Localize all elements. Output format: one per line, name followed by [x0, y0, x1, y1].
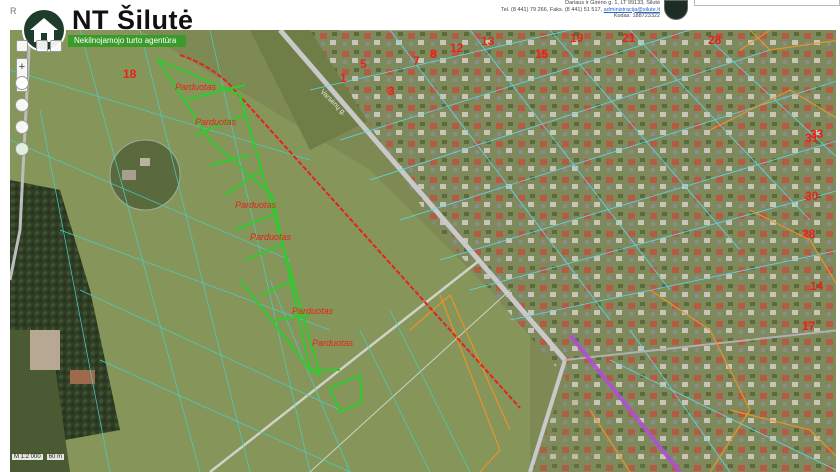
block-number: 7 — [413, 54, 420, 68]
brand-name: NT Šilutė — [72, 5, 194, 35]
map-page: R 18 19 21 28 5 7 8 12 13 15 1 3 30 31 3… — [0, 0, 840, 472]
search-input[interactable] — [694, 0, 840, 6]
contact-email-link[interactable]: administracija@silute.lt — [604, 7, 660, 13]
sold-lot-label: Parduotas — [235, 200, 277, 210]
map-canvas[interactable]: 1819 21 285 7 8 12 131513303133171428 Pa… — [10, 30, 840, 472]
farm-building — [30, 330, 60, 370]
scale-bar: M 1:2 000 60 m — [12, 454, 68, 460]
block-number: 30 — [805, 189, 819, 203]
layer-toggle-button[interactable] — [16, 40, 28, 52]
scale-distance: 60 m — [46, 454, 65, 460]
brand-subtitle: Nekilnojamojo turto agentūra — [68, 35, 186, 47]
block-number: 3 — [388, 84, 395, 98]
contact-info: Dariaus ir Girėno g. 1, LT 99133, Šilutė… — [500, 0, 660, 20]
block-number: 12 — [450, 41, 464, 55]
sold-lot-label: Parduotas — [250, 232, 292, 242]
zoom-in-button[interactable]: + — [17, 59, 27, 75]
sold-lot-label: Parduotas — [195, 117, 237, 127]
block-number: 14 — [810, 279, 824, 293]
contact-phone: Tel. (8 441) 79 266, Faks. (8 441) 51 51… — [500, 7, 660, 14]
homestead-building-2 — [140, 158, 150, 166]
sold-lot-label: Parduotas — [292, 306, 334, 316]
corner-text: R — [10, 6, 17, 16]
right-edge — [836, 30, 840, 472]
block-number: 5 — [360, 57, 367, 71]
block-number: 21 — [622, 31, 636, 45]
block-number: 33 — [810, 127, 824, 141]
homestead — [109, 139, 181, 211]
block-number: 19 — [570, 31, 584, 45]
block-number: 28 — [708, 33, 722, 47]
homestead-building — [122, 170, 136, 180]
draw-icon[interactable] — [15, 120, 29, 134]
contact-code: Kodas: 188723322 — [613, 13, 660, 20]
block-number: 18 — [123, 67, 137, 81]
block-number: 13 — [481, 34, 495, 48]
sold-lot-label: Parduotas — [312, 338, 354, 348]
scale-ratio: M 1:2 000 — [12, 454, 43, 460]
farm-building-2 — [70, 370, 95, 384]
tool-button-3[interactable] — [50, 40, 62, 52]
tool-button-2[interactable] — [36, 40, 48, 52]
block-number: 1 — [340, 71, 347, 85]
sold-lot-label: Parduotas — [175, 82, 217, 92]
satellite-map[interactable]: 18 19 21 28 5 7 8 12 13 15 1 3 30 31 33 17 14 28 — [10, 30, 840, 472]
contact-phone-text: Tel. (8 441) 79 266, Faks. (8 441) 51 51… — [500, 6, 603, 13]
block-number: 17 — [802, 319, 816, 333]
block-number: 15 — [535, 47, 549, 61]
block-number: 8 — [430, 47, 437, 61]
settings-icon[interactable] — [15, 142, 29, 156]
contact-address: Dariaus ir Girėno g. 1, LT 99133, Šilutė — [565, 0, 660, 6]
measure-icon[interactable] — [15, 98, 29, 112]
location-icon[interactable] — [15, 76, 29, 90]
